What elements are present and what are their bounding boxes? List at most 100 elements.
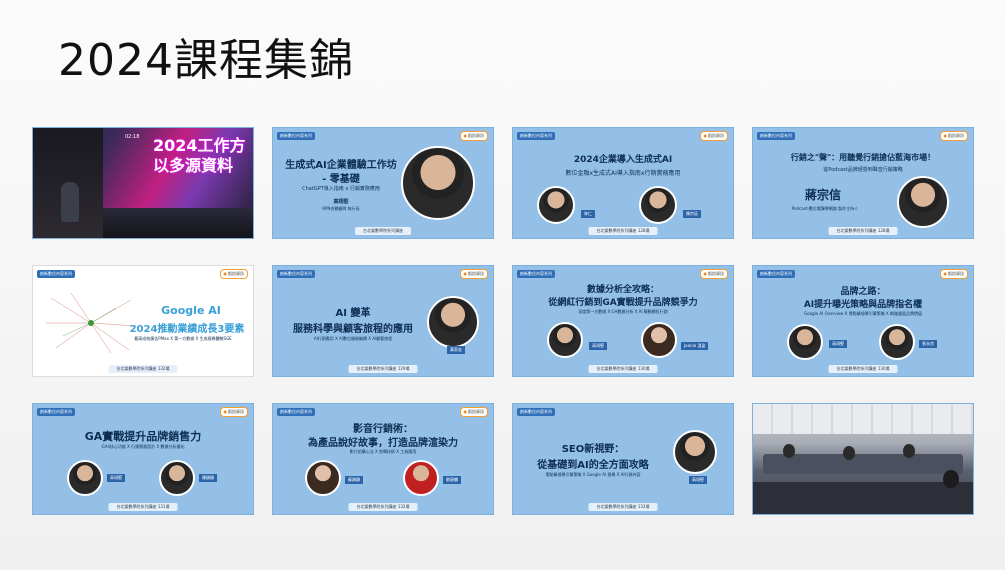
course-tile-genai-enterprise[interactable]: 創新數位內容系列 凱鈞資訊 2024企業導入生成式AI 數位金融x生成式AI導入… (512, 127, 734, 239)
course-subtitle: 影片拍攝心法 X 剪輯技術 X 工具應用 (349, 449, 417, 454)
attendee-head (943, 470, 959, 488)
course-gallery-grid: 02:18 2024工作方 以多源資料 創新數位內容系列 凱鈞資訊 生成式AI企… (32, 127, 974, 515)
speaker-name-2: 陳宗廷 (683, 210, 701, 218)
series-tag: 創新數位內容系列 (517, 270, 555, 278)
speaker-avatar-2 (159, 460, 195, 496)
brand-logo: 凱鈞資訊 (459, 131, 488, 141)
course-tile-ai-transformation[interactable]: 創新數位內容系列 凱鈞資訊 AI 變革 服務科學與顧客旅程的應用 AI行銷應用 … (272, 265, 494, 377)
brand-logo: 凱鈞資訊 (459, 269, 488, 279)
speaker-name: 高翊堅 (689, 476, 707, 484)
attendee-head (843, 446, 855, 460)
speaker-name-1: 高翊堅 (589, 342, 607, 350)
speaker-name-1: 林仁 (581, 210, 595, 218)
course-subtitle: 從Podcast品牌經營到聲音行銷策略 (823, 167, 903, 173)
series-tag: 創新數位內容系列 (517, 408, 555, 416)
course-tile-seo[interactable]: 創新數位內容系列 SEO新視野： 從基礎到AI的全方面攻略 零點擊搜尋引擎策略 … (512, 403, 734, 515)
speaker-avatar-2 (639, 186, 677, 224)
brand-logo: 凱鈞資訊 (939, 269, 968, 279)
speaker-name-2: 張永良 (919, 340, 937, 348)
desk-row-1 (763, 454, 963, 474)
tile-footer: 台北榮數學院系列講座 131場 (108, 503, 178, 511)
speaker-role: KPN合夥顧問 執行長 (322, 206, 360, 211)
course-subtitle: 數位金融x生成式AI導入指南x行銷實務應用 (565, 170, 681, 177)
course-title-2: AI提升曝光策略與品牌指名權 (803, 300, 923, 310)
course-tile-google-ai[interactable]: 創新數位內容系列 凱鈞資訊 Google AI 2024推動業績成長3要素 最高… (32, 265, 254, 377)
speaker-avatar-1 (67, 460, 103, 496)
series-tag: 創新數位內容系列 (517, 132, 555, 140)
speaker-avatar-2 (403, 460, 439, 496)
speaker-name-1: 高翊堅 (107, 474, 125, 482)
course-title: 品牌之路： (840, 287, 886, 297)
screen-clock: 02:18 (125, 134, 140, 140)
course-title: GA實戰提升品牌銷售力 (84, 430, 202, 443)
tile-footer: 台北榮數學院系列講座 133場 (588, 503, 658, 511)
course-subtitle: GA4核心功能 X 行銷實務設計 X 數據分析優化 (101, 444, 185, 449)
course-title-2: - 零基礎 (322, 174, 360, 185)
course-tile-brand-road[interactable]: 創新數位內容系列 凱鈞資訊 品牌之路： AI提升曝光策略與品牌指名權 Googl… (752, 265, 974, 377)
course-subtitle: 零點擊搜尋引擎策略 X Google AI 搜尋 X AI行銷內容 (545, 472, 641, 477)
classroom-photo-tile[interactable]: 02:18 2024工作方 以多源資料 (32, 127, 254, 239)
series-tag: 創新數位內容系列 (277, 408, 315, 416)
series-tag: 創新數位內容系列 (757, 132, 795, 140)
course-subtitle: 最高成效廣告PMax X 第一方數據 X 生成搜尋體驗SGE (134, 336, 232, 341)
brand-logo: 凱鈞資訊 (699, 269, 728, 279)
speaker-name: 蔣宗信 (804, 188, 841, 202)
tile-footer: 台北榮數學院系列講座 130場 (588, 365, 658, 373)
series-tag: 創新數位內容系列 (37, 408, 75, 416)
screen-text-line-1: 2024工作方 (153, 136, 246, 155)
course-title-2: 為產品說好故事，打造品牌渲染力 (308, 438, 458, 449)
tile-footer: 台北榮數學院系列講座 129場 (348, 365, 418, 373)
course-title: 生成式AI企業體驗工作坊 (285, 160, 397, 171)
series-tag: 創新數位內容系列 (37, 270, 75, 278)
speaker-avatar-1 (305, 460, 341, 496)
course-title-2: 服務科學與顧客旅程的應用 (293, 324, 413, 335)
course-title: SEO新視野： (561, 444, 625, 455)
desk-row (103, 208, 253, 238)
brand-logo: 凱鈞資訊 (459, 407, 488, 417)
series-tag: 創新數位內容系列 (757, 270, 795, 278)
speaker-name-2: Jeanie 溫盈 (681, 342, 709, 350)
course-title-2: 2024推動業績成長3要素 (129, 324, 245, 335)
course-tile-ga-sales[interactable]: 創新數位內容系列 凱鈞資訊 GA實戰提升品牌銷售力 GA4核心功能 X 行銷實務… (32, 403, 254, 515)
brand-logo: 凱鈞資訊 (939, 131, 968, 141)
speaker-name-1: 高翊堅 (829, 340, 847, 348)
speaker-avatar (427, 296, 479, 348)
slide-title: 2024課程集錦 (58, 35, 354, 86)
speaker-avatar-2 (641, 322, 677, 358)
course-title: 行銷之"聲"：用聽覺行銷搶佔藍海市場！ (790, 153, 936, 162)
speaker-role: Podcast-數位電獨學網路 製作主持人 (791, 206, 859, 211)
classroom-audience-photo-tile[interactable] (752, 403, 974, 515)
presenter-figure (61, 182, 79, 222)
speaker-name: 高翊堅 (333, 199, 349, 205)
course-title: Google AI (161, 304, 221, 317)
course-title: 影音行銷術： (353, 424, 413, 435)
course-subtitle: 深度第一方數據 X GA數據分析 X AI 驅動網紅行銷 (578, 309, 668, 314)
tile-footer: 台北榮數學院系列講座 130場 (828, 365, 898, 373)
series-tag: 創新數位內容系列 (277, 270, 315, 278)
course-title-2: 從網紅行銷到GA實戰提升品牌競爭力 (548, 298, 698, 308)
speaker-name: 黃家宏 (447, 346, 465, 354)
ceiling-lights (753, 404, 973, 434)
course-tile-data-analysis[interactable]: 創新數位內容系列 凱鈞資訊 數據分析全攻略： 從網紅行銷到GA實戰提升品牌競爭力… (512, 265, 734, 377)
tile-footer: 台北榮數學院系列講座 (355, 227, 411, 235)
course-title-2: 從基礎到AI的全方面攻略 (537, 460, 649, 471)
tile-footer: 台北榮數學院系列講座 132場 (348, 503, 418, 511)
course-subtitle: ChatGPT導入指南 x 行銷實務應用 (302, 186, 380, 192)
course-tile-video-marketing[interactable]: 創新數位內容系列 凱鈞資訊 影音行銷術： 為產品說好故事，打造品牌渲染力 影片拍… (272, 403, 494, 515)
screen-text: 2024工作方 以多源資料 (153, 136, 246, 176)
course-tile-audio-marketing[interactable]: 創新數位內容系列 凱鈞資訊 行銷之"聲"：用聽覺行銷搶佔藍海市場！ 從Podca… (752, 127, 974, 239)
brand-logo: 凱鈞資訊 (699, 131, 728, 141)
speaker-avatar-1 (537, 186, 575, 224)
speaker-name-2: 陳穎穎 (199, 474, 217, 482)
speaker-avatar (401, 146, 475, 220)
attendee-head (903, 444, 915, 458)
speaker-avatar (897, 176, 949, 228)
tile-footer: 台北榮數學院系列講座 128場 (828, 227, 898, 235)
tile-footer: 台北榮數學院系列講座 128場 (588, 227, 658, 235)
speaker-avatar (673, 430, 717, 474)
attendee-head (783, 444, 795, 458)
course-tile-genai-workshop[interactable]: 創新數位內容系列 凱鈞資訊 生成式AI企業體驗工作坊 - 零基礎 ChatGPT… (272, 127, 494, 239)
speaker-name-1: 蘇穎穎 (345, 476, 363, 484)
speaker-avatar-2 (879, 324, 915, 360)
course-subtitle: AI行銷應用 X AI數位服務編輯 X AI顧客旅程 (313, 336, 393, 341)
